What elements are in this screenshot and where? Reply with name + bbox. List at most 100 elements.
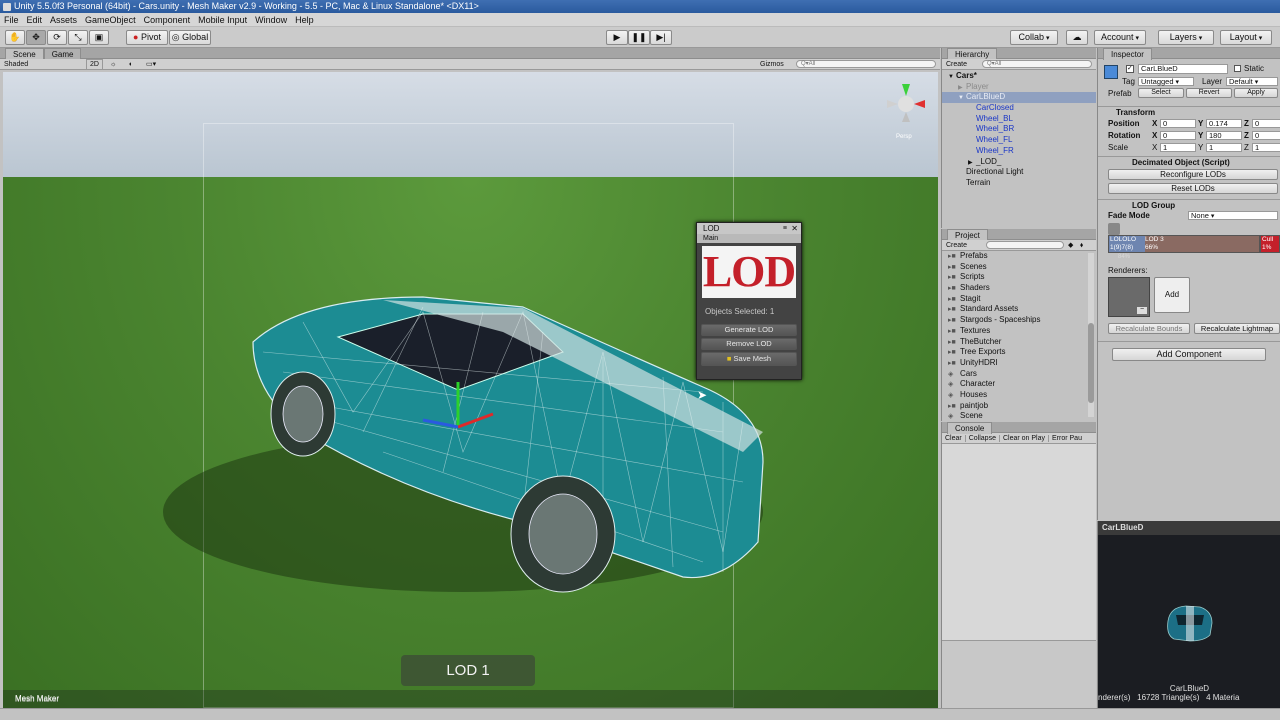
menu-mobile-input[interactable]: Mobile Input — [194, 13, 251, 27]
menu-assets[interactable]: Assets — [46, 13, 81, 27]
project-folder-item[interactable]: ▸■ Scenes — [948, 262, 1096, 273]
object-name-field[interactable]: CarLBlueD — [1138, 64, 1228, 74]
hierarchy-item[interactable]: ▼ Cars* — [942, 71, 1096, 82]
project-folder-item[interactable]: ▸■ paintjob — [948, 401, 1096, 412]
hierarchy-item[interactable]: Directional Light — [942, 167, 1096, 178]
project-folder-item[interactable]: ▸■ Prefabs — [948, 251, 1096, 262]
rotation-y-field[interactable]: 180 — [1206, 131, 1242, 140]
global-toggle[interactable]: ◎ Global — [169, 30, 211, 45]
scene-viewport[interactable]: Persp ➤ LOD 1 — [3, 72, 938, 708]
add-component-button[interactable]: Add Component — [1112, 348, 1266, 361]
console-collapse-button[interactable]: Collapse — [965, 435, 1000, 442]
transform-header[interactable]: Transform — [1098, 106, 1280, 118]
pivot-toggle[interactable]: ● Pivot — [126, 30, 168, 45]
generate-lod-button[interactable]: Generate LOD — [701, 324, 797, 336]
filter-type-icon[interactable]: ◆ — [1068, 240, 1073, 251]
move-tool-icon[interactable]: ✥ — [26, 30, 46, 45]
mode-2d-toggle[interactable]: 2D — [86, 59, 103, 70]
expand-arrow-icon[interactable]: ▼ — [948, 72, 956, 83]
project-folder-item[interactable]: ◈ Character — [948, 379, 1096, 390]
project-folder-item[interactable]: ▸■ Stargods - Spaceships — [948, 315, 1096, 326]
add-renderer-button[interactable]: Add — [1154, 277, 1190, 313]
hierarchy-search-input[interactable]: Q▾All — [982, 60, 1092, 68]
save-mesh-button[interactable]: ■ Save Mesh — [701, 352, 797, 366]
scale-tool-icon[interactable]: ⤡ — [68, 30, 88, 45]
project-folder-item[interactable]: ▸■ Stagit — [948, 294, 1096, 305]
pause-button[interactable]: ❚❚ — [628, 30, 650, 45]
renderer-slot[interactable]: − — [1108, 277, 1150, 317]
menu-help[interactable]: Help — [291, 13, 318, 27]
menu-component[interactable]: Component — [140, 13, 195, 27]
console-error-pause-button[interactable]: Error Pau — [1049, 435, 1085, 442]
menu-gameobject[interactable]: GameObject — [81, 13, 140, 27]
project-search-input[interactable] — [986, 241, 1064, 249]
menu-icon[interactable]: ≡ — [783, 223, 787, 234]
rotation-z-field[interactable]: 0 — [1252, 131, 1280, 140]
collab-dropdown[interactable]: Collab — [1010, 30, 1058, 45]
console-log-area[interactable] — [942, 444, 1096, 640]
rect-tool-icon[interactable]: ▣ — [89, 30, 109, 45]
recalculate-bounds-button[interactable]: Recalculate Bounds — [1108, 323, 1190, 334]
remove-lod-button[interactable]: Remove LOD — [701, 338, 797, 350]
rotate-tool-icon[interactable]: ⟳ — [47, 30, 67, 45]
project-folder-item[interactable]: ▸■ UnityHDRI — [948, 358, 1096, 369]
scene-search-input[interactable]: Q▾All — [796, 60, 936, 68]
close-icon[interactable]: ✕ — [791, 223, 798, 234]
car-preview-thumbnail[interactable] — [1164, 601, 1216, 643]
shading-mode-dropdown[interactable]: Shaded — [4, 61, 28, 68]
tag-dropdown[interactable]: Untagged — [1138, 77, 1194, 86]
scale-z-field[interactable]: 1 — [1252, 143, 1280, 152]
menu-window[interactable]: Window — [251, 13, 291, 27]
light-icon[interactable]: ☼ — [110, 59, 116, 70]
hierarchy-item[interactable]: CarClosed — [942, 103, 1096, 114]
reconfigure-lods-button[interactable]: Reconfigure LODs — [1108, 169, 1278, 180]
project-folder-item[interactable]: ▸■ Shaders — [948, 283, 1096, 294]
position-y-field[interactable]: 0.174 — [1206, 119, 1242, 128]
hierarchy-item[interactable]: ▼ CarLBlueD — [942, 92, 1096, 104]
hierarchy-item[interactable]: Wheel_FR — [942, 146, 1096, 157]
lod-window-tab[interactable]: Main — [697, 234, 801, 243]
project-scrollbar[interactable] — [1088, 253, 1094, 417]
camera-lod-icon[interactable] — [1108, 223, 1120, 235]
recalculate-lightmap-button[interactable]: Recalculate Lightmap — [1194, 323, 1280, 334]
menu-file[interactable]: File — [0, 13, 23, 27]
orientation-gizmo-icon[interactable] — [887, 84, 925, 122]
car-wireframe[interactable] — [3, 72, 938, 708]
menu-edit[interactable]: Edit — [23, 13, 47, 27]
decimated-object-header[interactable]: Decimated Object (Script) — [1098, 156, 1280, 168]
hierarchy-create-dropdown[interactable]: Create — [946, 61, 967, 68]
project-folder-item[interactable]: ◈ Scene — [948, 411, 1096, 422]
hand-tool-icon[interactable]: ✋ — [5, 30, 25, 45]
project-folder-item[interactable]: ◈ Cars — [948, 369, 1096, 380]
prefab-apply-button[interactable]: Apply — [1234, 88, 1278, 98]
remove-renderer-icon[interactable]: − — [1137, 306, 1147, 314]
lod-group-header[interactable]: LOD Group — [1098, 199, 1280, 211]
project-folder-item[interactable]: ▸■ Scripts — [948, 272, 1096, 283]
filter-label-icon[interactable]: ⬧ — [1080, 240, 1083, 251]
play-button[interactable]: ▶ — [606, 30, 628, 45]
account-dropdown[interactable]: Account — [1094, 30, 1146, 45]
project-folder-item[interactable]: ▸■ Standard Assets — [948, 304, 1096, 315]
hierarchy-item[interactable]: Terrain — [942, 178, 1096, 189]
hierarchy-item[interactable]: ▶ _LOD_ — [942, 157, 1096, 168]
hierarchy-item[interactable]: ▶ Player — [942, 82, 1096, 93]
console-clear-button[interactable]: Clear — [942, 435, 966, 442]
lod-bar-culled[interactable]: Cull 1% — [1260, 235, 1280, 253]
layer-dropdown[interactable]: Default — [1226, 77, 1278, 86]
position-z-field[interactable]: 0 — [1252, 119, 1280, 128]
static-checkbox[interactable] — [1234, 65, 1241, 72]
step-button[interactable]: ▶| — [650, 30, 672, 45]
gizmos-dropdown[interactable]: Gizmos — [760, 59, 784, 70]
cloud-icon[interactable]: ☁ — [1066, 30, 1088, 45]
console-clear-on-play-button[interactable]: Clear on Play — [999, 435, 1050, 442]
active-checkbox[interactable]: ✓ — [1126, 65, 1134, 73]
fade-mode-dropdown[interactable]: None — [1188, 211, 1278, 220]
scale-x-field[interactable]: 1 — [1160, 143, 1196, 152]
lod-bar-lod3[interactable]: LOLOLO 1(9)7(8) LOD 3 66% — [1108, 235, 1260, 253]
hierarchy-item[interactable]: Wheel_BR — [942, 124, 1096, 135]
scale-y-field[interactable]: 1 — [1206, 143, 1242, 152]
position-x-field[interactable]: 0 — [1160, 119, 1196, 128]
project-folder-item[interactable]: ▸■ Textures — [948, 326, 1096, 337]
rotation-x-field[interactable]: 0 — [1160, 131, 1196, 140]
project-create-dropdown[interactable]: Create — [946, 242, 967, 249]
